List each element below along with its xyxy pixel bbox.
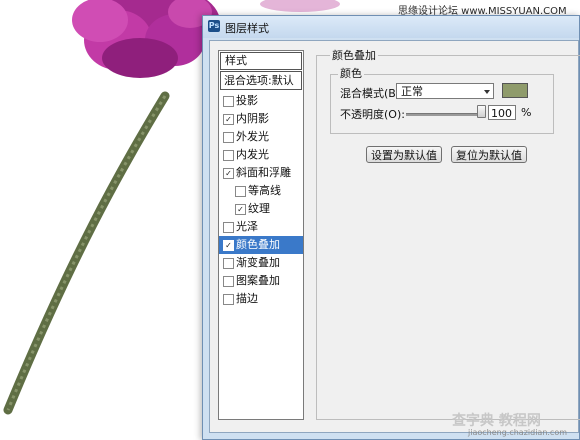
opacity-slider-handle[interactable] xyxy=(477,105,486,118)
style-checkbox[interactable] xyxy=(223,150,234,161)
opacity-unit: % xyxy=(521,106,532,119)
opacity-input[interactable]: 100 xyxy=(488,105,516,120)
style-item[interactable]: ✓ 纹理 xyxy=(219,200,303,218)
dialog-titlebar[interactable]: Ps 图层样式 xyxy=(203,16,579,38)
style-item[interactable]: 图案叠加 xyxy=(219,272,303,290)
style-item[interactable]: 描边 xyxy=(219,290,303,308)
panel-title: 颜色叠加 xyxy=(330,47,378,63)
layer-style-dialog: Ps 图层样式 样式 混合选项:默认 投影 ✓ 内阴影 外发光 内发光 ✓ 斜面和浮雕 等高线… xyxy=(202,15,580,440)
style-item[interactable]: ✓ 斜面和浮雕 xyxy=(219,164,303,182)
style-item-label: 外发光 xyxy=(236,130,269,143)
watermark-url: jiaocheng.chazidian.com xyxy=(468,428,568,437)
style-item[interactable]: ✓ 内阴影 xyxy=(219,110,303,128)
style-checkbox[interactable]: ✓ xyxy=(235,204,246,215)
opacity-label: 不透明度(O): xyxy=(340,108,405,121)
opacity-slider-track[interactable] xyxy=(406,113,482,116)
blending-options-item[interactable]: 混合选项:默认 xyxy=(220,71,302,90)
style-item-label: 光泽 xyxy=(236,220,258,233)
style-item-label: 等高线 xyxy=(248,184,281,197)
style-checkbox[interactable] xyxy=(223,222,234,233)
style-item-label: 描边 xyxy=(236,292,258,305)
style-item-label: 渐变叠加 xyxy=(236,256,280,269)
style-item-label: 内阴影 xyxy=(236,112,269,125)
style-item-label: 纹理 xyxy=(248,202,270,215)
styles-header[interactable]: 样式 xyxy=(220,52,302,70)
style-checkbox[interactable]: ✓ xyxy=(223,240,234,251)
style-checkbox[interactable] xyxy=(235,186,246,197)
style-checkbox[interactable] xyxy=(223,294,234,305)
style-item[interactable]: 光泽 xyxy=(219,218,303,236)
style-checkbox[interactable]: ✓ xyxy=(223,168,234,179)
style-item[interactable]: 投影 xyxy=(219,92,303,110)
style-item[interactable]: 内发光 xyxy=(219,146,303,164)
style-checkbox[interactable] xyxy=(223,132,234,143)
style-item[interactable]: ✓ 颜色叠加 xyxy=(219,236,303,254)
dialog-body: 样式 混合选项:默认 投影 ✓ 内阴影 外发光 内发光 ✓ 斜面和浮雕 等高线 ✓ 纹理 光泽 ✓ 颜色… xyxy=(209,40,580,433)
blend-mode-label: 混合模式(B): xyxy=(340,87,404,100)
style-item[interactable]: 渐变叠加 xyxy=(219,254,303,272)
style-item-label: 投影 xyxy=(236,94,258,107)
dialog-title: 图层样式 xyxy=(225,22,269,35)
style-item[interactable]: 外发光 xyxy=(219,128,303,146)
style-item-label: 图案叠加 xyxy=(236,274,280,287)
chevron-down-icon xyxy=(484,90,490,94)
style-item[interactable]: 等高线 xyxy=(219,182,303,200)
color-group-title: 颜色 xyxy=(338,65,364,81)
style-checkbox[interactable] xyxy=(223,276,234,287)
style-checkbox[interactable] xyxy=(223,96,234,107)
style-checkbox[interactable]: ✓ xyxy=(223,114,234,125)
overlay-color-swatch[interactable] xyxy=(502,83,528,98)
style-item-label: 内发光 xyxy=(236,148,269,161)
blend-mode-value: 正常 xyxy=(401,85,423,98)
set-default-button[interactable]: 设置为默认值 xyxy=(366,146,442,163)
watermark-brand: 查字典 教程网 xyxy=(452,413,541,429)
blend-mode-select[interactable]: 正常 xyxy=(396,83,494,99)
photoshop-icon: Ps xyxy=(208,20,220,32)
styles-list: 样式 混合选项:默认 投影 ✓ 内阴影 外发光 内发光 ✓ 斜面和浮雕 等高线 ✓ 纹理 光泽 ✓ 颜色… xyxy=(218,50,304,420)
style-checkbox[interactable] xyxy=(223,258,234,269)
style-item-label: 斜面和浮雕 xyxy=(236,166,291,179)
reset-default-button[interactable]: 复位为默认值 xyxy=(451,146,527,163)
style-item-label: 颜色叠加 xyxy=(236,238,280,251)
